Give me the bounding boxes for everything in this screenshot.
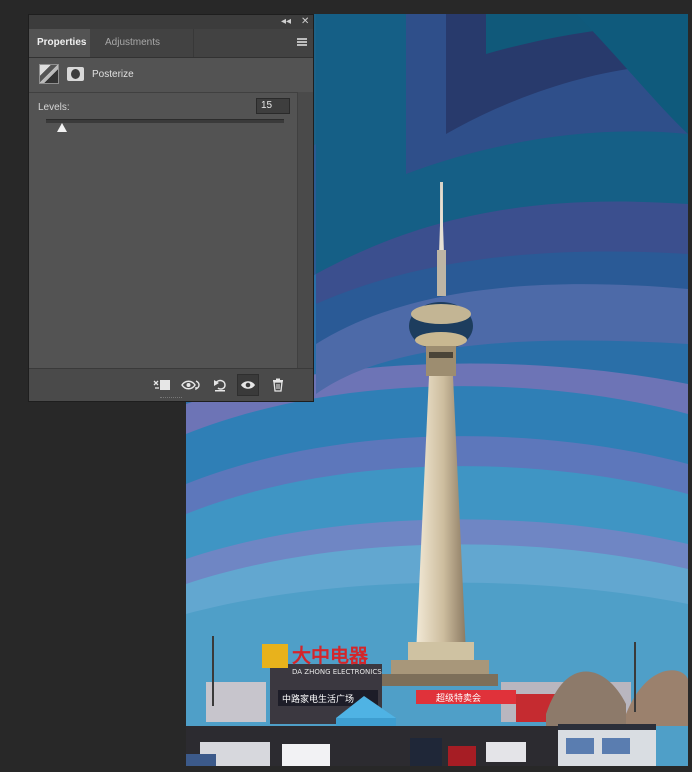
levels-slider-thumb[interactable]: [57, 123, 68, 132]
levels-input[interactable]: 15: [256, 98, 290, 114]
adjustment-controls: Levels: 15: [29, 92, 297, 368]
tab-properties[interactable]: Properties: [29, 29, 90, 57]
reset-adjustment-button[interactable]: [209, 374, 231, 396]
clip-to-layer-button[interactable]: [151, 374, 173, 396]
panel-title-bar[interactable]: ◂◂ ✕: [29, 15, 313, 29]
store-secondary-sign: 中路家电生活广场: [282, 693, 354, 705]
eye-icon: [241, 381, 255, 389]
levels-label: Levels:: [38, 102, 70, 113]
properties-panel: ◂◂ ✕ Properties Adjustments Posterize Le…: [28, 14, 314, 402]
collapse-panel-button[interactable]: ◂◂: [281, 16, 291, 28]
view-previous-state-button[interactable]: [180, 374, 202, 396]
panel-footer: [29, 368, 313, 401]
reset-icon: [214, 379, 226, 392]
store-sign-chinese: 大中电器: [292, 644, 369, 667]
panel-scrollbar[interactable]: [297, 92, 313, 368]
adjustment-name: Posterize: [92, 69, 134, 80]
promo-banner: 超级特卖会: [436, 692, 481, 704]
store-sign-english: DA ZHONG ELECTRONICS: [292, 668, 382, 676]
sign-logo: [262, 644, 288, 668]
levels-slider-track[interactable]: [46, 119, 284, 123]
view-previous-state-icon: [181, 380, 200, 391]
delete-adjustment-button[interactable]: [267, 374, 289, 396]
clip-to-layer-icon: [153, 380, 170, 390]
panel-tab-bar: Properties Adjustments: [29, 29, 313, 58]
adjustment-header: Posterize: [29, 58, 313, 93]
toggle-visibility-button[interactable]: [237, 374, 259, 396]
panel-resize-grip[interactable]: [160, 397, 182, 400]
trash-icon: [273, 378, 283, 392]
layer-mask-icon[interactable]: [67, 67, 84, 81]
close-panel-button[interactable]: ✕: [301, 16, 309, 28]
tab-adjustments[interactable]: Adjustments: [97, 29, 194, 57]
panel-menu-icon[interactable]: [297, 38, 307, 46]
posterize-icon[interactable]: [39, 64, 59, 84]
